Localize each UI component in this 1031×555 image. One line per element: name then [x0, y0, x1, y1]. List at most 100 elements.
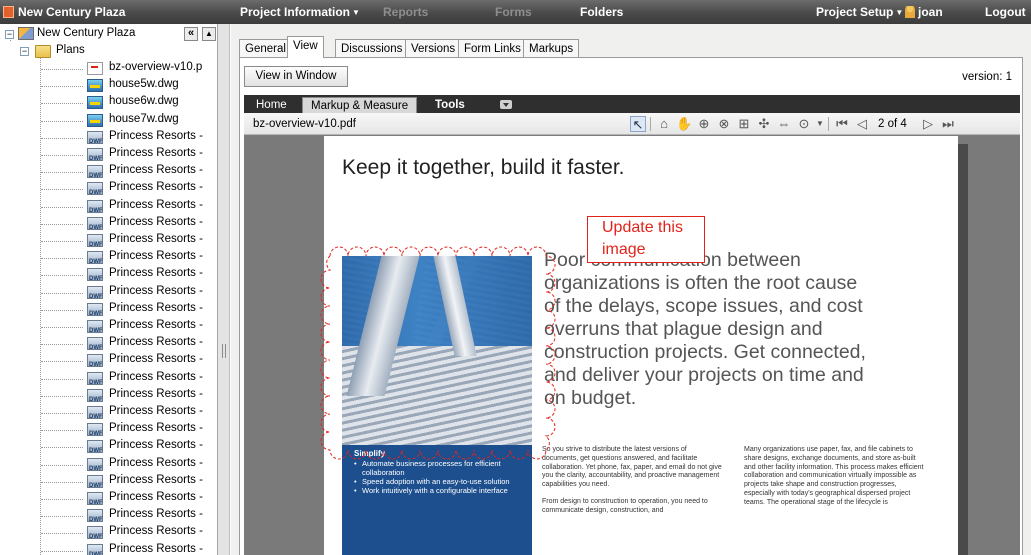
previous-page-icon[interactable]: ◁ — [854, 116, 870, 132]
tree-item-file[interactable]: DWF Princess Resorts - — [0, 301, 218, 318]
view-options-icon[interactable]: ⊙ — [796, 116, 812, 132]
logout-link[interactable]: Logout — [985, 5, 1026, 19]
tree-item-file[interactable]: DWF Princess Resorts - — [0, 335, 218, 352]
tree-item-file[interactable]: DWF Princess Resorts - — [0, 542, 218, 555]
ribbon-dropdown-icon[interactable] — [500, 100, 512, 109]
collapse-toggle-icon[interactable]: − — [20, 47, 29, 56]
tree-item-label: Princess Resorts - — [109, 508, 203, 521]
tree-item-label: house6w.dwg — [109, 95, 179, 108]
tree-item-file[interactable]: house6w.dwg — [0, 94, 218, 111]
zoom-window-icon[interactable]: ⊗ — [716, 116, 732, 132]
user-menu[interactable]: joan — [905, 5, 943, 19]
tree-item-label: Princess Resorts - — [109, 370, 203, 383]
markup-callout[interactable]: Update this image — [587, 216, 705, 263]
tree-item-file[interactable]: house5w.dwg — [0, 77, 218, 94]
tree-item-file[interactable]: DWF Princess Resorts - — [0, 129, 218, 146]
ribbon-tab-home[interactable]: Home — [248, 97, 295, 113]
tree-item-file[interactable]: DWF Princess Resorts - — [0, 215, 218, 232]
user-name: joan — [918, 5, 943, 19]
tree-item-file[interactable]: DWF Princess Resorts - — [0, 249, 218, 266]
tree-item-file[interactable]: DWF Princess Resorts - — [0, 232, 218, 249]
tree-item-file[interactable]: DWF Princess Resorts - — [0, 404, 218, 421]
app-title[interactable]: New Century Plaza — [18, 5, 125, 19]
pan-hand-icon[interactable]: ✋ — [676, 116, 692, 132]
tree-item-file[interactable]: house7w.dwg — [0, 112, 218, 129]
tree-item-file[interactable]: DWF Princess Resorts - — [0, 163, 218, 180]
tree-item-file[interactable]: DWF Princess Resorts - — [0, 266, 218, 283]
document-canvas[interactable]: Keep it together, build it faster. Simpl… — [244, 136, 1020, 555]
next-page-icon[interactable]: ▷ — [920, 116, 936, 132]
tree-item-file[interactable]: DWF Princess Resorts - — [0, 421, 218, 438]
page-shadow — [958, 144, 968, 555]
tree-item-label: Princess Resorts - — [109, 301, 203, 314]
tree-item-label: New Century Plaza — [37, 27, 136, 39]
scroll-up-button[interactable]: ▲ — [202, 27, 216, 41]
details-panel: General View Discussions Versions Form Links… — [231, 24, 1031, 555]
collapse-panel-button[interactable]: « — [184, 27, 198, 41]
tab-general[interactable]: General — [239, 39, 292, 58]
project-information-menu[interactable]: Project Information ▼ — [240, 5, 360, 19]
tree-item-label: Princess Resorts - — [109, 129, 203, 142]
tree-item-label: Princess Resorts - — [109, 525, 203, 538]
ribbon-tab-tools[interactable]: Tools — [427, 97, 473, 113]
home-view-icon[interactable]: ⌂ — [656, 116, 672, 132]
tree-item-file[interactable]: DWF Princess Resorts - — [0, 318, 218, 335]
tree-item-file[interactable]: DWF Princess Resorts - — [0, 352, 218, 369]
ribbon-tab-markup-measure[interactable]: Markup & Measure — [302, 97, 418, 113]
tab-form-links[interactable]: Form Links — [458, 39, 527, 58]
first-page-icon[interactable]: ⏮ — [834, 116, 850, 132]
tab-view[interactable]: View — [287, 36, 324, 58]
dwf-icon: DWF — [87, 320, 103, 334]
tree-item-project[interactable]: − New Century Plaza — [0, 26, 184, 43]
tree-item-file[interactable]: DWF Princess Resorts - — [0, 507, 218, 524]
dwf-icon: DWF — [87, 268, 103, 282]
revision-cloud-markup[interactable] — [320, 244, 556, 460]
document-filename: bz-overview-v10.pdf — [253, 118, 356, 130]
tree-item-file[interactable]: bz-overview-v10.p — [0, 60, 218, 77]
view-in-window-button[interactable]: View in Window — [244, 66, 348, 87]
tree-item-file[interactable]: DWF Princess Resorts - — [0, 146, 218, 163]
tree-item-label: Princess Resorts - — [109, 387, 203, 400]
tree-item-label: Princess Resorts - — [109, 353, 203, 366]
orbit-icon[interactable]: ⇔ — [776, 116, 792, 132]
rotate-icon[interactable]: ✣ — [756, 116, 772, 132]
zoom-in-icon[interactable]: ⊕ — [696, 116, 712, 132]
dwf-icon: DWF — [87, 130, 103, 145]
select-pointer-icon[interactable]: ↖ — [630, 116, 646, 132]
tree-item-file[interactable]: DWF Princess Resorts - — [0, 198, 218, 215]
dwf-icon: DWF — [87, 526, 103, 540]
tree-item-plans[interactable]: − Plans — [0, 43, 218, 60]
dwf-icon: DWF — [87, 337, 103, 351]
collapse-toggle-icon[interactable]: − — [5, 30, 14, 39]
tree-item-label: Princess Resorts - — [109, 250, 203, 263]
lead-text-line: of the delays, scope issues, and cost — [544, 295, 863, 317]
folder-tree-panel: − New Century Plaza − Plans bz-overview-v10.… — [0, 24, 218, 555]
reports-menu: Reports — [383, 5, 429, 19]
tab-versions[interactable]: Versions — [405, 39, 462, 58]
tree-item-file[interactable]: DWF Princess Resorts - — [0, 456, 218, 473]
dwg-icon — [87, 79, 103, 93]
folders-menu[interactable]: Folders — [580, 5, 623, 19]
project-setup-menu[interactable]: Project Setup ▼ — [816, 5, 903, 19]
last-page-icon[interactable]: ⏭ — [940, 116, 956, 132]
tree-item-file[interactable]: DWF Princess Resorts - — [0, 490, 218, 507]
zoom-fit-icon[interactable]: ⊞ — [736, 116, 752, 132]
dwg-icon — [87, 113, 103, 127]
tree-item-file[interactable]: DWF Princess Resorts - — [0, 387, 218, 404]
version-label: version: 1 — [962, 71, 1012, 83]
dwf-icon: DWF — [87, 388, 103, 403]
tree-item-file[interactable]: DWF Princess Resorts - — [0, 284, 218, 301]
chevron-down-icon[interactable]: ▼ — [812, 116, 828, 132]
app-icon — [3, 6, 14, 18]
tree-item-file[interactable]: DWF Princess Resorts - — [0, 180, 218, 197]
tree-item-file[interactable]: DWF Princess Resorts - — [0, 370, 218, 387]
tree-item-file[interactable]: DWF Princess Resorts - — [0, 524, 218, 541]
tree-item-label: Princess Resorts - — [109, 198, 203, 211]
tree-item-file[interactable]: DWF Princess Resorts - — [0, 473, 218, 490]
tab-markups[interactable]: Markups — [523, 39, 580, 58]
document-viewer: Home Markup & Measure Tools bz-overview-… — [244, 95, 1020, 555]
tree-item-file[interactable]: DWF Princess Resorts - — [0, 438, 218, 455]
tab-discussions[interactable]: Discussions — [335, 39, 409, 58]
panel-splitter[interactable] — [218, 24, 230, 555]
dwf-icon: DWF — [87, 371, 103, 386]
